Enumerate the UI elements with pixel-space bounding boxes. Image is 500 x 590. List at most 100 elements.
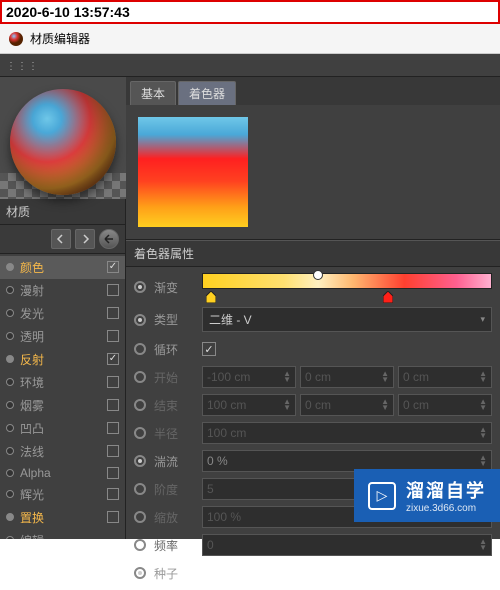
radio-scale	[134, 511, 146, 523]
channel-label: 透明	[20, 328, 101, 345]
type-select[interactable]: 二维 - V▾	[202, 307, 492, 332]
nav-right-button[interactable]	[75, 229, 95, 249]
channel-编辑[interactable]: 编辑	[0, 529, 125, 539]
channel-辉光[interactable]: 辉光	[0, 483, 125, 506]
label-end: 结束	[154, 397, 194, 414]
channel-dot-icon	[6, 263, 14, 271]
channel-label: 颜色	[20, 259, 101, 276]
material-sphere-icon	[8, 31, 24, 47]
row-cycle: 循环 ✓	[134, 338, 492, 360]
gradient-handle[interactable]	[206, 291, 216, 303]
channel-dot-icon	[6, 469, 14, 477]
num-input: 0 cm▲▼	[300, 394, 394, 416]
nav-left-button[interactable]	[51, 229, 71, 249]
channel-list: 颜色 ✓ 漫射发光透明反射✓ 环境烟雾凹凸法线 Alpha辉光置换编辑	[0, 254, 125, 539]
radio-gradient[interactable]	[134, 281, 146, 293]
label-gradient: 渐变	[154, 279, 194, 296]
gradient-swatch-area	[126, 105, 500, 240]
row-end: 结束 100 cm▲▼0 cm▲▼0 cm▲▼	[134, 394, 492, 416]
window-title: 材质编辑器	[30, 30, 90, 47]
watermark: ▷ 溜溜自学 zixue.3d66.com	[354, 469, 500, 522]
channel-checkbox[interactable]: ✓	[107, 353, 119, 365]
channel-checkbox[interactable]	[107, 399, 119, 411]
channel-颜色[interactable]: 颜色 ✓	[0, 256, 125, 279]
label-frequency: 频率	[154, 537, 194, 554]
radio-start	[134, 371, 146, 383]
channel-置换[interactable]: 置换	[0, 506, 125, 529]
label-seed: 种子	[154, 565, 194, 582]
channel-凹凸[interactable]: 凹凸	[0, 417, 125, 440]
toolbar-strip: ⋮⋮⋮	[0, 54, 500, 77]
channel-漫射[interactable]: 漫射	[0, 279, 125, 302]
channel-发光[interactable]: 发光	[0, 302, 125, 325]
num-input: 0 cm▲▼	[398, 394, 492, 416]
channel-checkbox[interactable]	[107, 488, 119, 500]
channel-label: 法线	[20, 443, 101, 460]
cycle-checkbox[interactable]: ✓	[202, 342, 216, 356]
channel-label: 发光	[20, 305, 101, 322]
channel-checkbox[interactable]	[107, 422, 119, 434]
channel-透明[interactable]: 透明	[0, 325, 125, 348]
tab-bar: 基本 着色器	[126, 77, 500, 105]
channel-dot-icon	[6, 424, 14, 432]
picker-button[interactable]	[99, 229, 119, 249]
left-panel: 材质 颜色 ✓ 漫射发光透明反射✓ 环境烟雾凹凸法线 Alpha辉光置换编辑	[0, 77, 126, 539]
chevron-down-icon: ▾	[480, 314, 485, 325]
radio-seed[interactable]	[134, 567, 146, 579]
channel-dot-icon	[6, 536, 14, 539]
num-input: 100 cm▲▼	[202, 394, 296, 416]
freq-input: 0▲▼	[202, 534, 492, 556]
radio-radius	[134, 427, 146, 439]
radio-turbulence[interactable]	[134, 455, 146, 467]
tab-shader[interactable]: 着色器	[178, 81, 236, 105]
channel-环境[interactable]: 环境	[0, 371, 125, 394]
radio-type[interactable]	[134, 314, 146, 326]
row-seed: 种子	[134, 562, 492, 584]
row-start: 开始 -100 cm▲▼0 cm▲▼0 cm▲▼	[134, 366, 492, 388]
row-frequency: 频率 0▲▼	[134, 534, 492, 556]
channel-dot-icon	[6, 447, 14, 455]
channel-dot-icon	[6, 355, 14, 363]
label-cycle: 循环	[154, 341, 194, 358]
channel-checkbox[interactable]	[107, 284, 119, 296]
label-start: 开始	[154, 369, 194, 386]
radio-cycle[interactable]	[134, 343, 146, 355]
channel-dot-icon	[6, 309, 14, 317]
channel-label: 凹凸	[20, 420, 101, 437]
timestamp-overlay: 2020-6-10 13:57:43	[0, 0, 500, 24]
gradient-handle[interactable]	[383, 291, 393, 303]
label-type: 类型	[154, 311, 194, 328]
title-bar: 材质编辑器	[0, 24, 500, 54]
material-header: 材质	[0, 199, 125, 225]
channel-dot-icon	[6, 401, 14, 409]
channel-法线[interactable]: 法线	[0, 440, 125, 463]
radio-end	[134, 399, 146, 411]
num-input: 0 cm▲▼	[398, 366, 492, 388]
channel-烟雾[interactable]: 烟雾	[0, 394, 125, 417]
label-turbulence: 湍流	[154, 453, 194, 470]
gradient-editor[interactable]	[202, 273, 492, 301]
channel-checkbox[interactable]: ✓	[107, 261, 119, 273]
channel-dot-icon	[6, 490, 14, 498]
row-type: 类型 二维 - V▾	[134, 307, 492, 332]
channel-Alpha[interactable]: Alpha	[0, 463, 125, 483]
channel-label: 编辑	[20, 532, 119, 539]
material-toolbar	[0, 225, 125, 254]
channel-dot-icon	[6, 332, 14, 340]
channel-checkbox[interactable]	[107, 467, 119, 479]
channel-dot-icon	[6, 286, 14, 294]
channel-checkbox[interactable]	[107, 445, 119, 457]
channel-label: 环境	[20, 374, 101, 391]
channel-checkbox[interactable]	[107, 307, 119, 319]
material-preview[interactable]	[0, 77, 126, 199]
gradient-knob[interactable]	[313, 270, 323, 280]
channel-checkbox[interactable]	[107, 511, 119, 523]
gradient-swatch[interactable]	[138, 117, 248, 227]
channel-checkbox[interactable]	[107, 376, 119, 388]
label-scale: 缩放	[154, 509, 194, 526]
channel-反射[interactable]: 反射✓	[0, 348, 125, 371]
radio-frequency	[134, 539, 146, 551]
channel-checkbox[interactable]	[107, 330, 119, 342]
tab-basic[interactable]: 基本	[130, 81, 176, 105]
channel-dot-icon	[6, 378, 14, 386]
